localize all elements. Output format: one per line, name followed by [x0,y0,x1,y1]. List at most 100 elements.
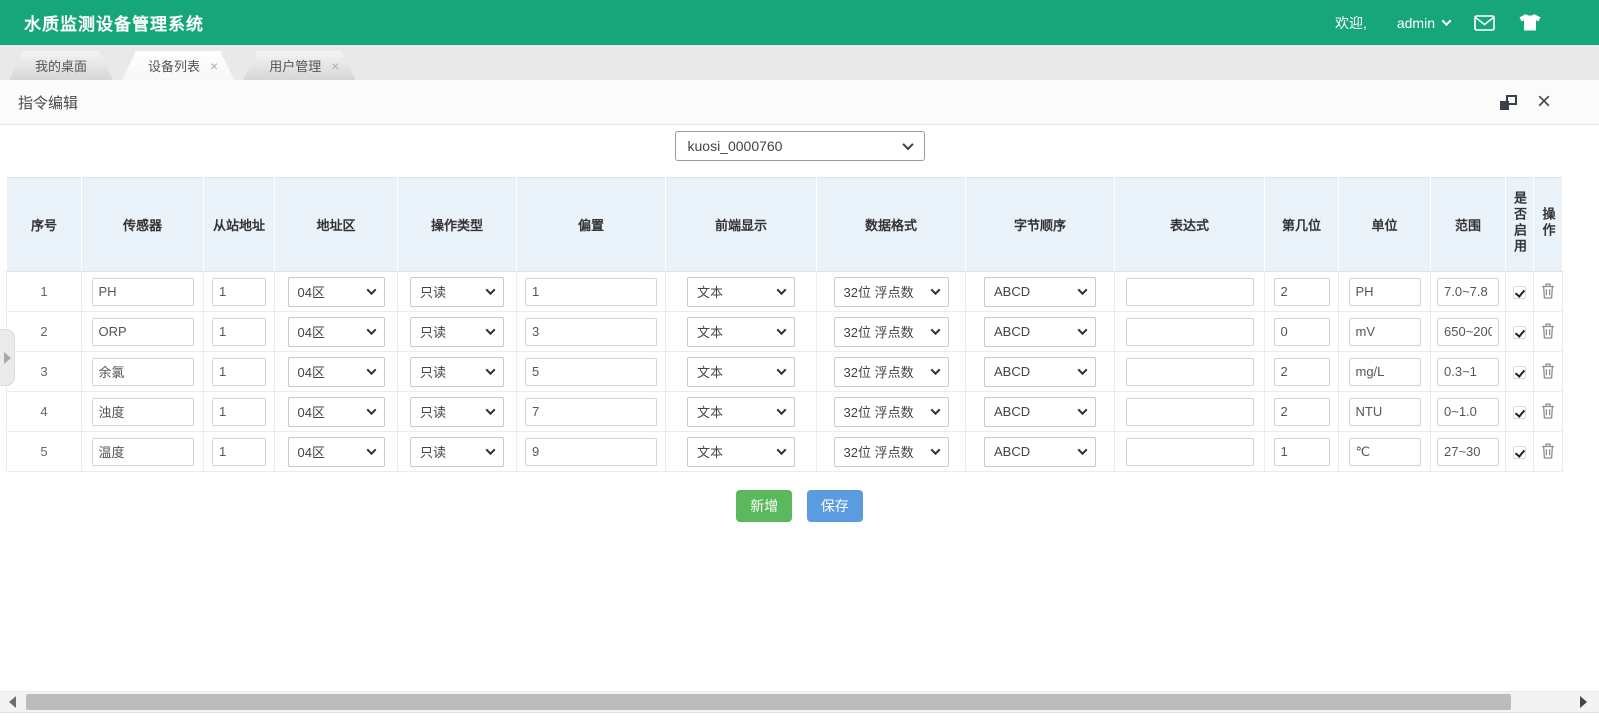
offset-input[interactable] [525,398,657,426]
chevron-down-icon [486,445,496,455]
sensor-input[interactable] [92,358,194,386]
data-format-select[interactable]: 32位 浮点数 [834,277,949,307]
bit-input[interactable] [1274,438,1330,466]
data-format-select[interactable]: 32位 浮点数 [834,357,949,387]
sensor-input[interactable] [92,438,194,466]
front-display-select[interactable]: 文本 [687,277,795,307]
trash-icon [1541,403,1555,419]
col-header-sensor: 传感器 [123,218,162,233]
expression-input[interactable] [1126,438,1254,466]
tab-user-management[interactable]: 用户管理 × [243,51,355,80]
delete-button[interactable] [1539,441,1557,461]
unit-input[interactable] [1349,278,1421,306]
bit-input[interactable] [1274,398,1330,426]
device-select[interactable]: kuosi_0000760 [675,131,925,161]
area-select[interactable]: 04区 [288,277,385,307]
save-button[interactable]: 保存 [807,490,863,522]
sensor-input[interactable] [92,278,194,306]
table-row: 404区只读文本32位 浮点数ABCD [7,392,1563,432]
byte-order-select[interactable]: ABCD [984,437,1096,467]
area-select[interactable]: 04区 [288,357,385,387]
front-display-select[interactable]: 文本 [687,437,795,467]
tab-device-list[interactable]: 设备列表 × [122,51,234,80]
expression-input[interactable] [1126,318,1254,346]
shirt-icon[interactable] [1519,14,1541,31]
data-format-select[interactable]: 32位 浮点数 [834,397,949,427]
tab-my-desktop[interactable]: 我的桌面 [9,51,113,80]
range-input[interactable] [1437,358,1499,386]
horizontal-scrollbar[interactable] [0,691,1599,713]
sidebar-expand-handle[interactable] [0,329,15,386]
expression-input[interactable] [1126,358,1254,386]
op-type-select[interactable]: 只读 [410,357,504,387]
panel-title: 指令编辑 [18,92,78,113]
enabled-checkbox[interactable] [1513,366,1526,379]
enabled-checkbox[interactable] [1513,286,1526,299]
unit-input[interactable] [1349,358,1421,386]
enabled-checkbox[interactable] [1513,406,1526,419]
front-display-select[interactable]: 文本 [687,397,795,427]
byte-order-select[interactable]: ABCD [984,277,1096,307]
byte-order-select[interactable]: ABCD [984,317,1096,347]
trash-icon [1541,283,1555,299]
slave-addr-input[interactable] [212,398,266,426]
offset-input[interactable] [525,278,657,306]
slave-addr-input[interactable] [212,278,266,306]
op-type-select[interactable]: 只读 [410,317,504,347]
offset-input[interactable] [525,318,657,346]
command-table: 序号 传感器 从站地址 地址区 操作类型 偏置 前端显示 数据格式 字节顺序 表… [6,177,1563,472]
area-select[interactable]: 04区 [288,437,385,467]
bit-input[interactable] [1274,278,1330,306]
bit-input[interactable] [1274,318,1330,346]
add-button[interactable]: 新增 [736,490,792,522]
unit-input[interactable] [1349,318,1421,346]
scroll-left-arrow-icon[interactable] [9,696,16,708]
slave-addr-input[interactable] [212,318,266,346]
range-input[interactable] [1437,278,1499,306]
unit-input[interactable] [1349,398,1421,426]
delete-button[interactable] [1539,321,1557,341]
enabled-checkbox[interactable] [1513,446,1526,459]
slave-addr-input[interactable] [212,438,266,466]
area-select[interactable]: 04区 [288,397,385,427]
slave-addr-input[interactable] [212,358,266,386]
range-input[interactable] [1437,398,1499,426]
tab-close-icon[interactable]: × [331,59,339,73]
sensor-input[interactable] [92,318,194,346]
chevron-down-icon [486,285,496,295]
delete-button[interactable] [1539,361,1557,381]
area-select-value: 04区 [298,362,325,381]
offset-input[interactable] [525,438,657,466]
close-panel-icon[interactable]: × [1537,90,1551,114]
sensor-input[interactable] [92,398,194,426]
topbar-right: 欢迎, admin [1335,13,1541,33]
offset-input[interactable] [525,358,657,386]
mail-icon[interactable] [1474,15,1495,31]
bit-input[interactable] [1274,358,1330,386]
expression-input[interactable] [1126,398,1254,426]
col-header-unit: 单位 [1371,218,1397,233]
tab-close-icon[interactable]: × [210,59,218,73]
front-display-select[interactable]: 文本 [687,317,795,347]
enabled-checkbox[interactable] [1513,326,1526,339]
op-type-select[interactable]: 只读 [410,277,504,307]
scroll-right-arrow-icon[interactable] [1580,696,1587,708]
op-type-select[interactable]: 只读 [410,397,504,427]
front-display-select[interactable]: 文本 [687,357,795,387]
expression-input[interactable] [1126,278,1254,306]
byte-order-select[interactable]: ABCD [984,397,1096,427]
op-type-select[interactable]: 只读 [410,437,504,467]
data-format-select[interactable]: 32位 浮点数 [834,317,949,347]
scrollbar-thumb[interactable] [26,694,1511,710]
unit-input[interactable] [1349,438,1421,466]
delete-button[interactable] [1539,281,1557,301]
data-format-select[interactable]: 32位 浮点数 [834,437,949,467]
range-input[interactable] [1437,318,1499,346]
delete-button[interactable] [1539,401,1557,421]
area-select[interactable]: 04区 [288,317,385,347]
data-format-select-value: 32位 浮点数 [844,362,914,381]
user-menu[interactable]: admin [1397,15,1450,31]
restore-window-icon[interactable] [1500,95,1517,110]
byte-order-select[interactable]: ABCD [984,357,1096,387]
range-input[interactable] [1437,438,1499,466]
